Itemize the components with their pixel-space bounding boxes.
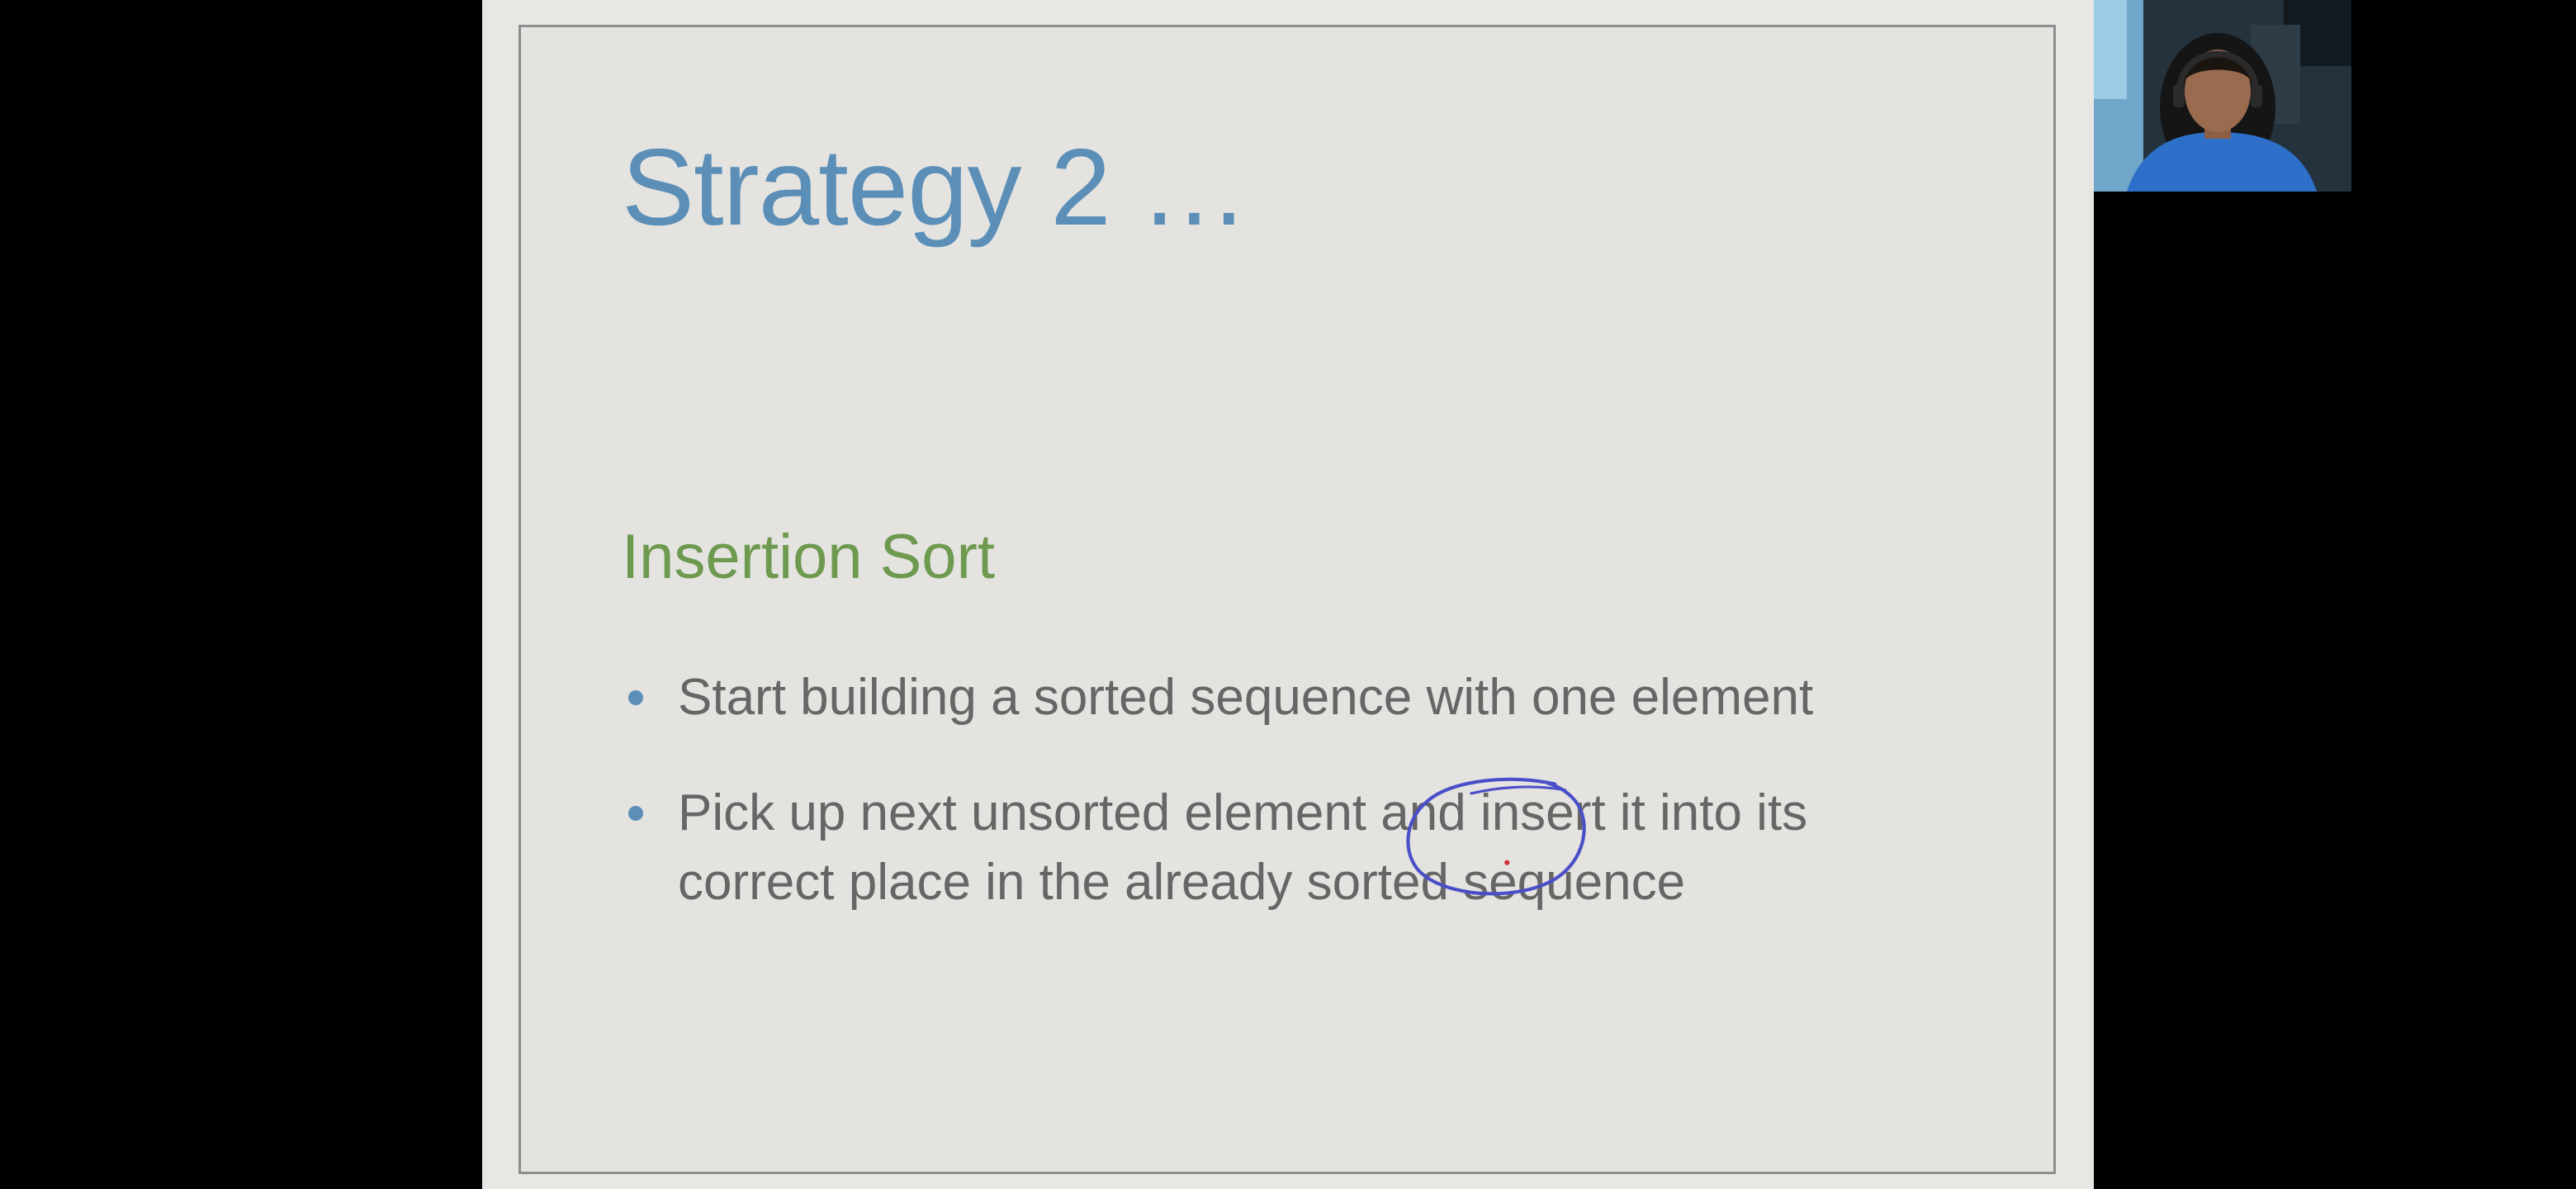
bullet-text: Start building a sorted sequence with on… [678, 669, 1814, 726]
presenter-video-feed-icon [2094, 0, 2351, 192]
slide-title: Strategy 2 … [622, 126, 1248, 248]
shared-slide: Strategy 2 … Insertion Sort Start buildi… [482, 0, 2094, 1189]
section-heading: Insertion Sort [622, 522, 995, 592]
bullet-text-continuation: correct place in the already sorted sequ… [678, 854, 1686, 911]
bullet-dot-icon [628, 690, 643, 705]
bullet-dot-icon [628, 806, 643, 821]
screen-share-view: Strategy 2 … Insertion Sort Start buildi… [0, 0, 2576, 1189]
slide-frame: Strategy 2 … Insertion Sort Start buildi… [519, 25, 2056, 1174]
bullet-text: Pick up next unsorted element and insert… [678, 784, 1808, 841]
presenter-webcam-tile[interactable] [2094, 0, 2351, 192]
